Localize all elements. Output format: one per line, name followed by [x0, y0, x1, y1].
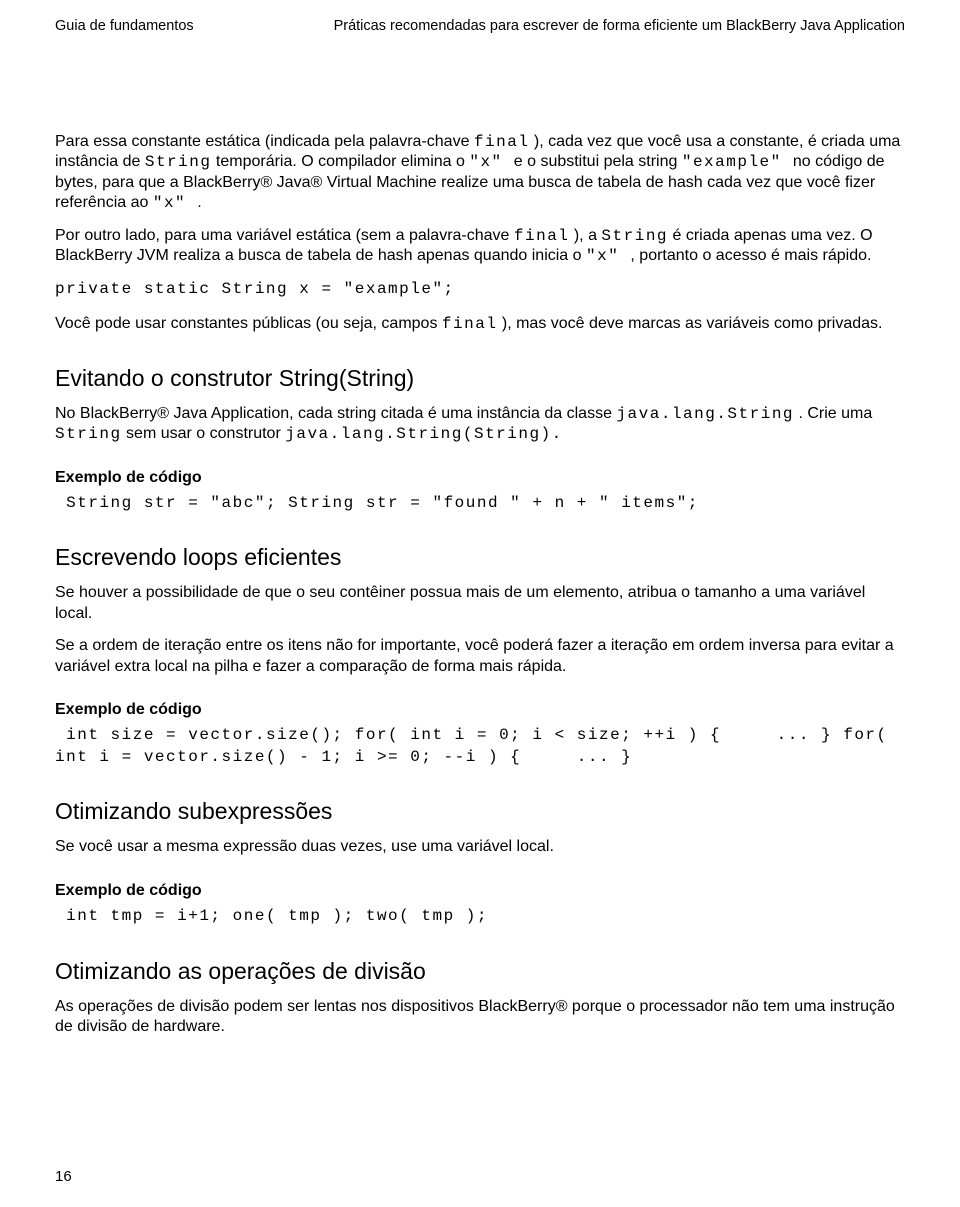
code-block-loops-example: int size = vector.size(); for( int i = 0…	[55, 725, 905, 768]
text: Você pode usar constantes públicas (ou s…	[55, 315, 442, 332]
code-inline: "x"	[586, 247, 630, 265]
code-inline: "example"	[682, 153, 793, 171]
code-inline: java.lang.String	[616, 405, 794, 423]
sec4-paragraph: As operações de divisão podem ser lentas…	[55, 997, 905, 1038]
code-inline: "x"	[153, 194, 197, 212]
code-inline: java.lang.String(String).	[285, 425, 563, 443]
header-right: Práticas recomendadas para escrever de f…	[334, 18, 905, 34]
text: . Crie uma	[794, 405, 872, 422]
section-title-division: Otimizando as operações de divisão	[55, 958, 905, 985]
code-inline: String	[55, 425, 122, 443]
sec2-paragraph-1: Se houver a possibilidade de que o seu c…	[55, 583, 905, 624]
text: sem usar o construtor	[122, 425, 286, 442]
text: e o substitui pela string	[514, 153, 682, 170]
example-label: Exemplo de código	[55, 882, 905, 900]
text: Por outro lado, para uma variável estáti…	[55, 227, 514, 244]
section-title-string-constructor: Evitando o construtor String(String)	[55, 365, 905, 392]
code-block-static-string: private static String x = "example";	[55, 279, 905, 301]
intro-paragraph-3: Você pode usar constantes públicas (ou s…	[55, 314, 905, 334]
page-body: Para essa constante estática (indicada p…	[55, 132, 905, 1037]
text: .	[197, 194, 201, 211]
text: No BlackBerry® Java Application, cada st…	[55, 405, 616, 422]
code-inline: final	[442, 315, 498, 333]
section-title-loops: Escrevendo loops eficientes	[55, 544, 905, 571]
text: ), a	[569, 227, 601, 244]
code-block-string-example: String str = "abc"; String str = "found …	[55, 493, 905, 515]
page-header: Guia de fundamentos Práticas recomendada…	[55, 18, 905, 34]
page-number: 16	[55, 1168, 72, 1185]
code-inline: "x"	[469, 153, 513, 171]
example-label: Exemplo de código	[55, 701, 905, 719]
code-inline: String	[601, 227, 668, 245]
text: , portanto o acesso é mais rápido.	[630, 247, 871, 264]
header-left: Guia de fundamentos	[55, 18, 194, 34]
code-inline: String	[145, 153, 212, 171]
text: ), mas você deve marcas as variáveis com…	[497, 315, 882, 332]
code-inline: final	[474, 133, 530, 151]
example-label: Exemplo de código	[55, 469, 905, 487]
section-title-subexpressions: Otimizando subexpressões	[55, 798, 905, 825]
code-inline: final	[514, 227, 570, 245]
text: temporária. O compilador elimina o	[211, 153, 469, 170]
sec3-paragraph: Se você usar a mesma expressão duas veze…	[55, 837, 905, 857]
sec2-paragraph-2: Se a ordem de iteração entre os itens nã…	[55, 636, 905, 677]
code-block-subexpr-example: int tmp = i+1; one( tmp ); two( tmp );	[55, 906, 905, 928]
intro-paragraph-1: Para essa constante estática (indicada p…	[55, 132, 905, 214]
sec1-paragraph: No BlackBerry® Java Application, cada st…	[55, 404, 905, 445]
intro-paragraph-2: Por outro lado, para uma variável estáti…	[55, 226, 905, 267]
text: Para essa constante estática (indicada p…	[55, 133, 474, 150]
